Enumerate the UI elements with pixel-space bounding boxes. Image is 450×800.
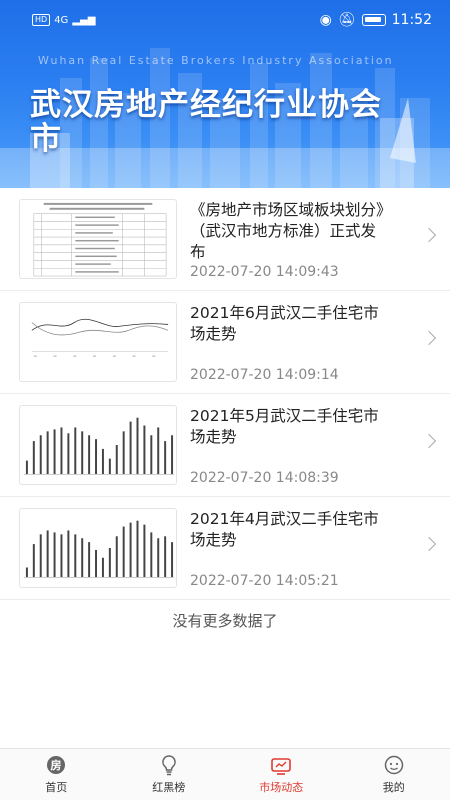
status-bar: HD 4G ▂▄▆ ◉ 🔕︎ 11:52 <box>0 0 450 40</box>
nav-label: 我的 <box>382 781 405 794</box>
page-title: 武汉房地产经纪行业协会市 <box>30 87 382 157</box>
article-item[interactable]: 2021年5月武汉二手住宅市场走势 2022-07-20 14:08:39 <box>0 394 450 497</box>
nav-item-ranking[interactable]: 红黑榜 <box>113 749 226 800</box>
signal-icon: ▂▄▆ <box>72 14 96 26</box>
mute-icon: 🔕︎ <box>337 12 356 28</box>
profile-icon <box>383 754 405 776</box>
article-thumbnail-bar-chart <box>19 508 177 588</box>
nav-label: 首页 <box>45 781 68 794</box>
chevron-right-icon <box>421 227 437 243</box>
article-title: 2021年6月武汉二手住宅市场走势 <box>190 304 379 343</box>
article-thumbnail-table <box>19 199 177 279</box>
nav-label: 红黑榜 <box>152 781 186 794</box>
eye-icon: ◉ <box>319 12 332 28</box>
nav-item-home[interactable]: 房 首页 <box>0 749 113 800</box>
home-icon: 房 <box>45 754 67 776</box>
association-english-name: Wuhan Real Estate Brokers Industry Assoc… <box>38 54 394 67</box>
bottom-nav: 房 首页 红黑榜 市场动态 我的 <box>0 748 450 800</box>
chevron-right-icon <box>421 536 437 552</box>
article-list: 《房地产市场区域板块划分》（武汉市地方标准）正式发布 2022-07-20 14… <box>0 188 450 600</box>
list-end-text: 没有更多数据了 <box>172 612 278 630</box>
chevron-right-icon <box>421 433 437 449</box>
article-item[interactable]: 《房地产市场区域板块划分》（武汉市地方标准）正式发布 2022-07-20 14… <box>0 188 450 291</box>
article-title: 2021年5月武汉二手住宅市场走势 <box>190 407 379 446</box>
article-item[interactable]: 2021年4月武汉二手住宅市场走势 2022-07-20 14:05:21 <box>0 497 450 600</box>
article-date: 2022-07-20 14:08:39 <box>190 470 339 486</box>
article-thumbnail-bar-chart <box>19 405 177 485</box>
battery-icon <box>361 14 386 26</box>
nav-item-market[interactable]: 市场动态 <box>225 749 338 800</box>
clock: 11:52 <box>391 12 432 28</box>
article-thumbnail-line-chart <box>19 302 177 382</box>
article-date: 2022-07-20 14:09:14 <box>190 367 339 383</box>
article-item[interactable]: 2021年6月武汉二手住宅市场走势 2022-07-20 14:09:14 <box>0 291 450 394</box>
article-date: 2022-07-20 14:09:43 <box>190 264 339 280</box>
carrier-chip: HD <box>32 14 51 26</box>
signal-text: 4G <box>54 14 69 26</box>
tv-icon <box>270 754 292 776</box>
nav-item-profile[interactable]: 我的 <box>338 749 450 800</box>
nav-label: 市场动态 <box>259 781 304 794</box>
article-title: 《房地产市场区域板块划分》（武汉市地方标准）正式发布 <box>190 201 384 261</box>
article-title: 2021年4月武汉二手住宅市场走势 <box>190 510 379 549</box>
svg-text:房: 房 <box>51 758 62 772</box>
header-banner: HD 4G ▂▄▆ ◉ 🔕︎ 11:52 Wuhan Real Estate B… <box>0 0 450 188</box>
article-date: 2022-07-20 14:05:21 <box>190 573 339 589</box>
chevron-right-icon <box>421 330 437 346</box>
bulb-icon <box>158 754 180 776</box>
